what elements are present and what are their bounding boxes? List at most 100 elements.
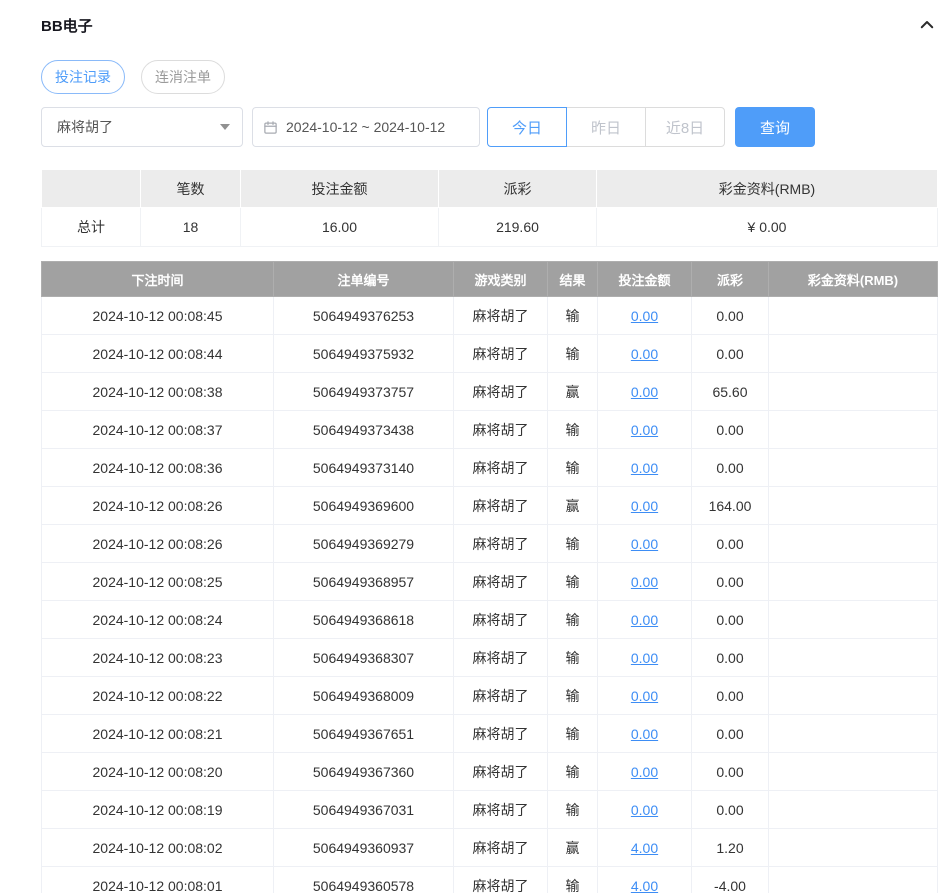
cell-bonus (768, 296, 938, 335)
cell-bet: 0.00 (597, 600, 692, 639)
cell-bonus (768, 600, 938, 639)
summary-total-label: 总计 (41, 207, 141, 247)
cell-payout: 0.00 (691, 790, 769, 829)
cell-game: 麻将胡了 (453, 486, 548, 525)
cell-order: 5064949360578 (273, 866, 454, 893)
bet-table: 下注时间 注单编号 游戏类别 结果 投注金额 派彩 彩金资料(RMB) 2024… (41, 261, 938, 893)
date-range-input[interactable]: 2024-10-12 ~ 2024-10-12 (252, 107, 480, 147)
bet-amount-link[interactable]: 0.00 (631, 460, 658, 476)
cell-time: 2024-10-12 00:08:23 (41, 638, 274, 677)
cell-bonus (768, 562, 938, 601)
summary-header-row: 笔数 投注金额 派彩 彩金资料(RMB) (41, 169, 938, 208)
bet-amount-link[interactable]: 0.00 (631, 536, 658, 552)
cell-payout: 0.00 (691, 296, 769, 335)
bet-amount-link[interactable]: 0.00 (631, 384, 658, 400)
bet-amount-link[interactable]: 0.00 (631, 346, 658, 362)
header-bet-time: 下注时间 (41, 261, 274, 297)
cell-payout: 1.20 (691, 828, 769, 867)
cell-bonus (768, 410, 938, 449)
cell-time: 2024-10-12 00:08:45 (41, 296, 274, 335)
cell-payout: 0.00 (691, 638, 769, 677)
cell-payout: 65.60 (691, 372, 769, 411)
cell-game: 麻将胡了 (453, 714, 548, 753)
cell-game: 麻将胡了 (453, 562, 548, 601)
cell-result: 输 (547, 296, 598, 335)
cell-result: 输 (547, 752, 598, 791)
cell-order: 5064949369279 (273, 524, 454, 563)
cell-order: 5064949360937 (273, 828, 454, 867)
table-row: 2024-10-12 00:08:44 5064949375932 麻将胡了输 0.0… (41, 334, 938, 373)
collapse-button[interactable] (916, 14, 938, 36)
cell-game: 麻将胡了 (453, 334, 548, 373)
table-row: 2024-10-12 00:08:20 5064949367360 麻将胡了输 0.0… (41, 752, 938, 791)
bet-amount-link[interactable]: 0.00 (631, 650, 658, 666)
cell-bet: 0.00 (597, 752, 692, 791)
record-tabs: 投注记录 连消注单 (41, 60, 938, 94)
quick-btn-last8days[interactable]: 近8日 (645, 107, 725, 147)
bet-amount-link[interactable]: 0.00 (631, 726, 658, 742)
cell-bonus (768, 790, 938, 829)
bet-amount-link[interactable]: 0.00 (631, 498, 658, 514)
cell-game: 麻将胡了 (453, 676, 548, 715)
cell-payout: 0.00 (691, 562, 769, 601)
bet-table-body: 2024-10-12 00:08:45 5064949376253 麻将胡了输 0.0… (41, 296, 938, 893)
summary-header-payout: 派彩 (438, 169, 597, 208)
cell-result: 输 (547, 448, 598, 487)
cell-bet: 0.00 (597, 790, 692, 829)
table-row: 2024-10-12 00:08:02 5064949360937 麻将胡了赢 4.0… (41, 828, 938, 867)
bet-amount-link[interactable]: 0.00 (631, 612, 658, 628)
summary-header-bet-amount: 投注金额 (240, 169, 439, 208)
cell-result: 输 (547, 524, 598, 563)
game-type-value: 麻将胡了 (57, 119, 113, 135)
table-row: 2024-10-12 00:08:26 5064949369279 麻将胡了输 0.0… (41, 524, 938, 563)
game-type-select[interactable]: 麻将胡了 (41, 107, 243, 147)
cell-result: 赢 (547, 828, 598, 867)
cell-bonus (768, 828, 938, 867)
cell-payout: 0.00 (691, 752, 769, 791)
summary-total-row: 总计 18 16.00 219.60 ¥ 0.00 (41, 207, 938, 247)
bet-amount-link[interactable]: 0.00 (631, 574, 658, 590)
bet-amount-link[interactable]: 4.00 (631, 840, 658, 856)
table-row: 2024-10-12 00:08:19 5064949367031 麻将胡了输 0.0… (41, 790, 938, 829)
cell-game: 麻将胡了 (453, 296, 548, 335)
cell-order: 5064949367360 (273, 752, 454, 791)
cell-bet: 0.00 (597, 676, 692, 715)
bet-amount-link[interactable]: 4.00 (631, 878, 658, 893)
bet-amount-link[interactable]: 0.00 (631, 764, 658, 780)
table-row: 2024-10-12 00:08:37 5064949373438 麻将胡了输 0.0… (41, 410, 938, 449)
cell-game: 麻将胡了 (453, 638, 548, 677)
summary-bet-amount: 16.00 (240, 207, 439, 247)
search-button[interactable]: 查询 (735, 107, 815, 147)
bet-amount-link[interactable]: 0.00 (631, 422, 658, 438)
cell-payout: 0.00 (691, 410, 769, 449)
header-order-number: 注单编号 (273, 261, 454, 297)
bet-amount-link[interactable]: 0.00 (631, 308, 658, 324)
bet-amount-link[interactable]: 0.00 (631, 802, 658, 818)
table-row: 2024-10-12 00:08:01 5064949360578 麻将胡了输 4.0… (41, 866, 938, 893)
cell-time: 2024-10-12 00:08:38 (41, 372, 274, 411)
table-row: 2024-10-12 00:08:25 5064949368957 麻将胡了输 0.0… (41, 562, 938, 601)
cell-result: 输 (547, 714, 598, 753)
cell-payout: 0.00 (691, 334, 769, 373)
table-row: 2024-10-12 00:08:36 5064949373140 麻将胡了输 0.0… (41, 448, 938, 487)
bet-records-panel: BB电子 投注记录 连消注单 麻将胡了 2024-10-12 ~ 2024-10… (0, 0, 952, 893)
cell-game: 麻将胡了 (453, 372, 548, 411)
header-bet-amount: 投注金额 (597, 261, 692, 297)
cell-bet: 0.00 (597, 714, 692, 753)
cell-result: 赢 (547, 486, 598, 525)
cell-result: 输 (547, 676, 598, 715)
cell-time: 2024-10-12 00:08:24 (41, 600, 274, 639)
panel-header: BB电子 (41, 14, 938, 36)
quick-btn-yesterday[interactable]: 昨日 (566, 107, 646, 147)
bet-amount-link[interactable]: 0.00 (631, 688, 658, 704)
tab-bet-records[interactable]: 投注记录 (41, 60, 125, 94)
tab-cancelled-orders[interactable]: 连消注单 (141, 60, 225, 94)
table-row: 2024-10-12 00:08:22 5064949368009 麻将胡了输 0.0… (41, 676, 938, 715)
cell-payout: 0.00 (691, 714, 769, 753)
chevron-up-icon (918, 21, 936, 37)
cell-bet: 0.00 (597, 562, 692, 601)
quick-btn-today[interactable]: 今日 (487, 107, 567, 147)
cell-order: 5064949373438 (273, 410, 454, 449)
cell-bet: 0.00 (597, 638, 692, 677)
cell-bonus (768, 448, 938, 487)
